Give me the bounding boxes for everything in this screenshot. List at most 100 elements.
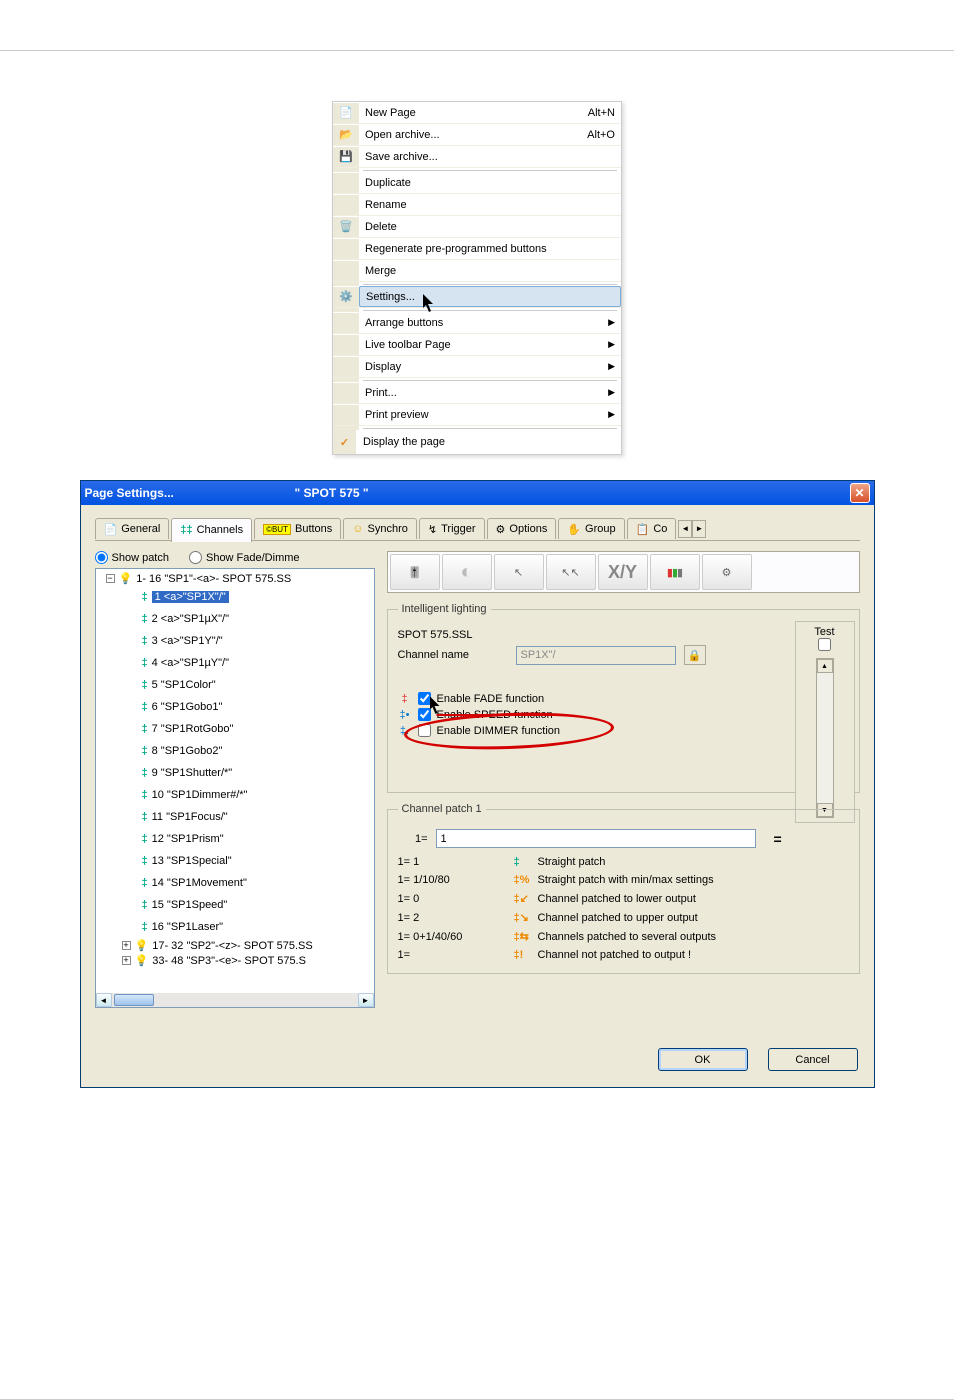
- menu-item-display[interactable]: Display▶: [333, 356, 621, 378]
- menu-item-arrange[interactable]: Arrange buttons▶: [333, 312, 621, 334]
- patch-type-icon: ‡%: [514, 874, 532, 886]
- menu-item-settings[interactable]: ⚙️ Settings...: [333, 286, 621, 308]
- toolbar-btn-gear[interactable]: ⚙: [702, 554, 752, 590]
- tree-horizontal-scrollbar[interactable]: ◄ ►: [96, 993, 374, 1007]
- scroll-left-button[interactable]: ◄: [96, 993, 112, 1007]
- tab-options[interactable]: ⚙Options: [487, 518, 557, 539]
- tab-compress[interactable]: 📋Co: [627, 518, 677, 539]
- tab-scroll-right[interactable]: ►: [692, 520, 706, 538]
- tree-label: 33- 48 "SP3"-<e>- SPOT 575.S: [152, 955, 306, 967]
- test-slider[interactable]: ▲ ▼: [816, 658, 834, 818]
- radio-show-fade-dimmer[interactable]: Show Fade/Dimme: [189, 551, 300, 564]
- collapse-icon[interactable]: −: [106, 574, 115, 583]
- radio-show-patch[interactable]: Show patch: [95, 551, 169, 564]
- submenu-arrow-icon: ▶: [608, 409, 615, 420]
- slider-up-button[interactable]: ▲: [817, 659, 833, 673]
- tree-channel-item[interactable]: ‡9 "SP1Shutter/*": [96, 762, 374, 784]
- tree-channel-item[interactable]: ‡4 <a>"SP1µY"/": [96, 652, 374, 674]
- menu-label: Print preview: [365, 409, 429, 421]
- expand-icon[interactable]: +: [122, 956, 131, 965]
- submenu-arrow-icon: ▶: [608, 339, 615, 350]
- tree-fixture-3[interactable]: + 💡 33- 48 "SP3"-<e>- SPOT 575.S: [96, 953, 374, 968]
- tree-channel-item[interactable]: ‡11 "SP1Focus/": [96, 806, 374, 828]
- menu-item-live-toolbar[interactable]: Live toolbar Page ▶: [333, 334, 621, 356]
- patch-example-description: Channels patched to several outputs: [538, 931, 849, 943]
- close-button[interactable]: ✕: [850, 483, 870, 503]
- fixture-icon: 💡: [135, 939, 149, 952]
- radio-input[interactable]: [95, 551, 108, 564]
- channel-icon: ‡: [142, 591, 148, 603]
- patch-input[interactable]: [436, 829, 756, 848]
- tree-channel-item[interactable]: ‡16 "SP1Laser": [96, 916, 374, 938]
- lock-button[interactable]: 🔒: [684, 645, 706, 665]
- toolbar-btn-xy[interactable]: X/Y: [598, 554, 648, 590]
- color-bars-icon: ▮▮▮: [667, 566, 682, 579]
- menu-item-save-archive[interactable]: 💾 Save archive...: [333, 146, 621, 168]
- toolbar-btn-cursor2[interactable]: ↖↖: [546, 554, 596, 590]
- tree-channel-item[interactable]: ‡8 "SP1Gobo2": [96, 740, 374, 762]
- tree-fixture-2[interactable]: + 💡 17- 32 "SP2"-<z>- SPOT 575.SS: [96, 938, 374, 953]
- toolbar-btn-cursor1[interactable]: ↖: [494, 554, 544, 590]
- expand-icon[interactable]: +: [122, 941, 131, 950]
- channel-tree[interactable]: − 💡 1- 16 "SP1"-<a>- SPOT 575.SS ‡1 <a>"…: [95, 568, 375, 1008]
- scroll-right-button[interactable]: ►: [358, 993, 374, 1007]
- checkbox-label: Enable SPEED function: [437, 709, 553, 721]
- menu-item-rename[interactable]: Rename: [333, 194, 621, 216]
- tab-synchro[interactable]: ☺Synchro: [343, 518, 417, 539]
- tree-channel-item[interactable]: ‡13 "SP1Special": [96, 850, 374, 872]
- titlebar[interactable]: Page Settings... " SPOT 575 " ✕: [81, 481, 874, 505]
- tree-channel-item[interactable]: ‡15 "SP1Speed": [96, 894, 374, 916]
- menu-label: Live toolbar Page: [365, 339, 451, 351]
- test-checkbox[interactable]: [818, 638, 831, 651]
- patch-type-icon: ‡: [514, 856, 532, 868]
- patch-example-description: Channel not patched to output !: [538, 949, 849, 961]
- enable-fade-checkbox[interactable]: [418, 692, 431, 705]
- scroll-track[interactable]: [112, 993, 358, 1007]
- menu-item-duplicate[interactable]: Duplicate: [333, 172, 621, 194]
- tab-buttons[interactable]: ©BUTButtons: [254, 518, 341, 539]
- enable-speed-checkbox[interactable]: [418, 708, 431, 721]
- tree-channel-item[interactable]: ‡12 "SP1Prism": [96, 828, 374, 850]
- tab-general[interactable]: 📄General: [95, 518, 170, 539]
- tree-fixture-1[interactable]: − 💡 1- 16 "SP1"-<a>- SPOT 575.SS: [96, 571, 374, 586]
- radio-input[interactable]: [189, 551, 202, 564]
- tree-channel-item[interactable]: ‡5 "SP1Color": [96, 674, 374, 696]
- bulb-icon: ◐: [460, 561, 472, 584]
- toolbar-btn-fader[interactable]: 🎚️: [390, 554, 440, 590]
- toolbar-btn-dimmer[interactable]: ◐: [442, 554, 492, 590]
- context-menu[interactable]: 📄 New PageAlt+N 📂 Open archive...Alt+O 💾…: [332, 101, 622, 455]
- enable-dimmer-checkbox[interactable]: [418, 724, 431, 737]
- channel-icon: ‡: [142, 921, 148, 933]
- menu-item-open-archive[interactable]: 📂 Open archive...Alt+O: [333, 124, 621, 146]
- settings-icon: ⚙️: [339, 290, 353, 303]
- tree-channel-item[interactable]: ‡14 "SP1Movement": [96, 872, 374, 894]
- scroll-thumb[interactable]: [114, 994, 154, 1006]
- tab-group[interactable]: ✋Group: [558, 518, 624, 539]
- tab-channels[interactable]: ‡‡Channels: [171, 518, 252, 542]
- checkmark-icon: ✓: [340, 436, 349, 449]
- menu-item-delete[interactable]: 🗑️ Delete: [333, 216, 621, 238]
- tree-channel-item[interactable]: ‡2 <a>"SP1µX"/": [96, 608, 374, 630]
- channel-name-input[interactable]: [516, 646, 676, 665]
- toolbar-btn-color[interactable]: ▮▮▮: [650, 554, 700, 590]
- ok-button[interactable]: OK: [658, 1048, 748, 1071]
- menu-item-merge[interactable]: Merge: [333, 260, 621, 282]
- group-legend: Channel patch 1: [398, 803, 486, 815]
- tree-channel-item[interactable]: ‡3 <a>"SP1Y"/": [96, 630, 374, 652]
- tab-trigger[interactable]: ↯Trigger: [419, 518, 485, 539]
- menu-item-print-preview[interactable]: Print preview ▶: [333, 404, 621, 426]
- tree-channel-item[interactable]: ‡1 <a>"SP1X"/": [96, 586, 374, 608]
- menu-item-print[interactable]: Print...▶: [333, 382, 621, 404]
- tree-channel-item[interactable]: ‡7 "SP1RotGobo": [96, 718, 374, 740]
- menu-item-regenerate[interactable]: Regenerate pre-programmed buttons: [333, 238, 621, 260]
- menu-item-new-page[interactable]: 📄 New PageAlt+N: [333, 102, 621, 124]
- cancel-button[interactable]: Cancel: [768, 1048, 858, 1071]
- menu-label: Duplicate: [365, 177, 411, 189]
- channel-name-label: Channel name: [398, 649, 508, 661]
- close-icon: ✕: [854, 486, 864, 500]
- tab-scroll-left[interactable]: ◄: [678, 520, 692, 538]
- sync-icon: ☺: [352, 523, 363, 535]
- tree-channel-item[interactable]: ‡10 "SP1Dimmer#/*": [96, 784, 374, 806]
- tree-channel-item[interactable]: ‡6 "SP1Gobo1": [96, 696, 374, 718]
- menu-item-display-the-page[interactable]: ✓ Display the page: [333, 430, 621, 454]
